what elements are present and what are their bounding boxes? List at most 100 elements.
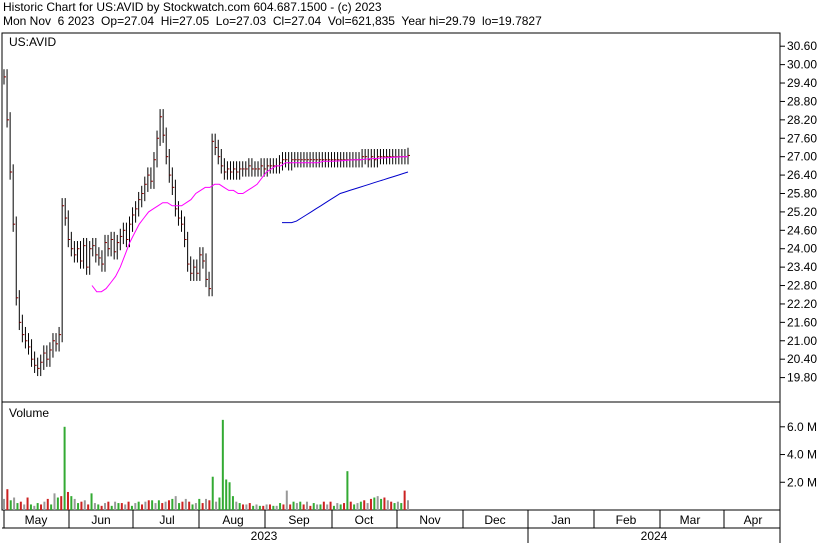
volume-bar [265,504,268,510]
volume-bar [90,493,93,510]
volume-bar [285,490,288,510]
year-label: 2023 [251,529,278,543]
volume-bar [13,497,16,510]
volume-bar [228,482,231,510]
volume-tick-label: 2.0 M [787,475,817,489]
volume-bar [29,504,32,510]
volume-bar [154,503,157,510]
month-label: Nov [419,513,440,527]
price-tick-label: 28.20 [787,113,817,127]
volume-bar [248,503,251,510]
year-label: 2024 [641,529,668,543]
volume-bar [33,505,36,510]
price-tick-label: 25.20 [787,205,817,219]
volume-bar [104,503,106,510]
volume-bar [40,504,43,510]
volume-bar [332,505,335,510]
volume-bar [366,503,369,510]
month-label: May [25,513,48,527]
volume-bar [141,504,144,510]
volume-bar [66,491,69,510]
volume-bar [221,419,224,510]
volume-bar [97,504,100,510]
volume-bar [258,505,261,510]
price-tick-label: 19.80 [787,371,817,385]
volume-bar [50,504,53,510]
volume-bar [36,503,39,510]
volume-bar [403,490,406,510]
volume-bar [3,498,5,510]
time-axis: May Jun Jul Aug Sep Oct Nov Dec Jan Feb Mar Apr 2023… [3,510,763,543]
volume-bar [26,497,29,510]
volume-bar [275,505,278,510]
chart-frame [1,32,781,543]
volume-bar [380,498,383,510]
volume-bar [137,501,140,510]
price-tick-label: 24.00 [787,242,817,256]
volume-bar [201,503,204,510]
month-label: Feb [616,513,637,527]
volume-bar [349,501,352,510]
price-tick-label: 23.40 [787,260,817,274]
volume-bar [245,504,248,510]
month-label: Mar [680,513,701,527]
volume-bar [225,479,228,510]
price-axis: 30.60 30.00 29.40 28.80 28.20 27.60 27.00 26.40… [780,39,817,385]
volume-axis: 6.0 M 4.0 M 2.0 M [780,420,817,489]
volume-bar [6,489,9,510]
volume-bar [329,501,332,510]
volume-bar [316,504,319,510]
volume-bar [319,504,322,510]
volume-bar [343,503,346,510]
volume-bar [322,501,325,510]
symbol-label: US:AVID [9,35,56,49]
volume-bar [130,505,133,510]
volume-bar [134,503,137,510]
volume-bar [282,504,285,510]
volume-bar [396,501,399,510]
volume-bar [114,501,117,510]
month-label: Apr [744,513,763,527]
month-label: Jun [91,513,110,527]
volume-bar [23,504,26,510]
volume-bar [279,503,282,510]
volume-bar [194,503,197,510]
volume-bar [181,501,184,510]
volume-bar [238,503,241,510]
price-tick-label: 29.40 [787,76,817,90]
volume-bar [70,496,73,510]
volume-bar [289,504,292,510]
moving-average-long [282,171,409,224]
volume-bar [262,505,265,510]
volume-bar [56,497,59,510]
volume-bar [292,501,295,510]
volume-bar [171,498,174,510]
volume-bar [299,501,302,510]
volume-bar [407,500,409,510]
volume-bar [16,503,19,510]
month-label: Dec [484,513,505,527]
volume-bar [151,500,154,510]
price-chart: US:AVID Volume 30.60 30.00 29.40 28.80 28.20… [1,32,817,543]
price-tick-label: 22.20 [787,297,817,311]
price-tick-label: 21.60 [787,315,817,329]
volume-bar [383,497,386,510]
plot-border [1,32,781,511]
price-tick-label: 20.40 [787,352,817,366]
volume-bar [295,503,298,510]
price-tick-label: 30.60 [787,39,817,53]
volume-bar [302,504,305,510]
volume-bar [43,501,46,510]
volume-bar [117,503,120,510]
volume-bar [144,501,147,510]
volume-bar [147,500,150,510]
volume-bar [174,496,177,510]
volume-bar [205,498,207,510]
volume-bar [87,504,90,510]
volume-bar [127,501,130,510]
volume-bar [386,500,389,510]
volume-bar [83,500,86,510]
price-tick-label: 27.00 [787,150,817,164]
volume-bar [235,501,238,510]
volume-bar [80,501,83,510]
